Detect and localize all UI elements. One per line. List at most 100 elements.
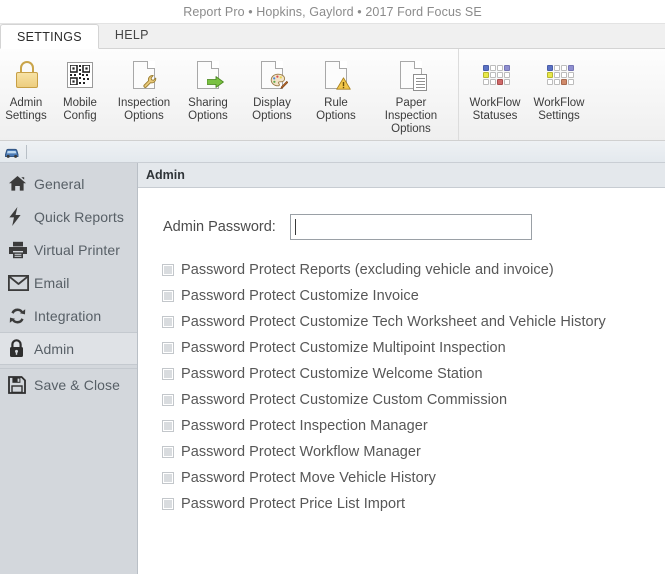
ribbon-button-admin-settings[interactable]: Admin Settings [4, 55, 48, 123]
checkbox-row-protect-workflow-manager[interactable]: Password Protect Workflow Manager [162, 440, 665, 464]
sidebar-item-integration[interactable]: Integration [0, 299, 137, 332]
checkbox-label: Password Protect Reports (excluding vehi… [181, 262, 554, 278]
admin-password-input[interactable] [289, 214, 532, 240]
lightning-icon [8, 206, 34, 228]
checkbox[interactable] [162, 264, 174, 276]
ribbon-group-workflow: WorkFlow Statuses WorkFlow Settings [458, 49, 595, 140]
ribbon-button-paper-inspection-options[interactable]: Paper Inspection Options [368, 55, 454, 136]
main-body: General Quick Reports Virtual Printer Em… [0, 163, 665, 574]
window-title: Report Pro • Hopkins, Gaylord • 2017 For… [183, 4, 482, 19]
checkbox-label: Password Protect Workflow Manager [181, 444, 421, 460]
ribbon-button-label: Admin Settings [5, 97, 47, 122]
sidebar-item-label: Admin [34, 340, 75, 357]
workflow-grid-icon [542, 59, 576, 93]
checkbox[interactable] [162, 446, 174, 458]
checkbox-row-protect-multipoint-inspection[interactable]: Password Protect Customize Multipoint In… [162, 336, 665, 360]
checkbox[interactable] [162, 498, 174, 510]
tab-help[interactable]: HELP [99, 23, 165, 48]
sidebar-item-label: General [34, 175, 85, 192]
ribbon-button-label: Mobile Config [63, 97, 97, 122]
ribbon-button-workflow-statuses[interactable]: WorkFlow Statuses [463, 55, 527, 123]
checkbox-label: Password Protect Price List Import [181, 496, 406, 512]
settings-sidebar: General Quick Reports Virtual Printer Em… [0, 163, 138, 574]
green-arrow-icon [207, 76, 224, 88]
document-arrow-icon [191, 59, 225, 93]
page-overlay-icon [413, 74, 427, 91]
sidebar-item-general[interactable]: General [0, 167, 137, 200]
checkbox-label: Password Protect Customize Invoice [181, 288, 419, 304]
ribbon-group-settings: Admin Settings Mobile Config Inspection … [0, 49, 458, 140]
vehicle-icon[interactable] [2, 143, 22, 161]
checkbox[interactable] [162, 472, 174, 484]
document-palette-icon [255, 59, 289, 93]
envelope-icon [8, 272, 34, 294]
sidebar-item-label: Virtual Printer [34, 241, 121, 258]
sidebar-item-admin[interactable]: Admin [0, 332, 137, 365]
checkbox[interactable] [162, 290, 174, 302]
paint-palette-icon [270, 73, 288, 89]
checkbox-row-protect-reports[interactable]: Password Protect Reports (excluding vehi… [162, 258, 665, 282]
sidebar-item-label: Integration [34, 307, 102, 324]
ribbon-button-mobile-config[interactable]: Mobile Config [48, 55, 112, 123]
checkbox-row-protect-move-vehicle-history[interactable]: Password Protect Move Vehicle History [162, 466, 665, 490]
home-icon [8, 173, 34, 195]
floppy-disk-icon [8, 374, 34, 396]
checkbox[interactable] [162, 342, 174, 354]
ribbon-button-label: Inspection Options [117, 97, 171, 122]
ribbon-toolbar: Admin Settings Mobile Config Inspection … [0, 49, 665, 141]
checkbox[interactable] [162, 368, 174, 380]
ribbon-button-label: Display Options [252, 97, 292, 122]
checkbox[interactable] [162, 420, 174, 432]
ribbon-button-inspection-options[interactable]: Inspection Options [112, 55, 176, 123]
checkbox-row-protect-tech-worksheet[interactable]: Password Protect Customize Tech Workshee… [162, 310, 665, 334]
checkbox-label: Password Protect Customize Welcome Stati… [181, 366, 483, 382]
printer-icon [8, 239, 34, 261]
sync-icon [8, 305, 34, 327]
checkbox-row-protect-customize-invoice[interactable]: Password Protect Customize Invoice [162, 284, 665, 308]
sidebar-item-quick-reports[interactable]: Quick Reports [0, 200, 137, 233]
ribbon-button-display-options[interactable]: Display Options [240, 55, 304, 123]
sidebar-item-label: Quick Reports [34, 208, 124, 225]
sidebar-item-label: Save & Close [34, 377, 121, 393]
page-title: Admin [146, 168, 185, 182]
checkbox-row-protect-price-list-import[interactable]: Password Protect Price List Import [162, 492, 665, 516]
checkbox-row-protect-inspection-manager[interactable]: Password Protect Inspection Manager [162, 414, 665, 438]
ribbon-button-workflow-settings[interactable]: WorkFlow Settings [527, 55, 591, 123]
ribbon-tab-strip: SETTINGS HELP [0, 24, 665, 49]
document-wrench-icon [127, 59, 161, 93]
checkbox-label: Password Protect Customize Custom Commis… [181, 392, 508, 408]
checkbox-label: Password Protect Customize Tech Workshee… [181, 314, 606, 330]
toolbar-separator [26, 144, 27, 159]
checkbox-label: Password Protect Inspection Manager [181, 418, 428, 434]
checkbox-row-protect-custom-commission[interactable]: Password Protect Customize Custom Commis… [162, 388, 665, 412]
sidebar-item-save-and-close[interactable]: Save & Close [0, 368, 137, 401]
checkbox-label: Password Protect Customize Multipoint In… [181, 340, 506, 356]
ribbon-button-label: Rule Options [316, 97, 356, 122]
ribbon-button-label: Sharing Options [188, 97, 228, 122]
text-caret [294, 219, 296, 235]
admin-password-label: Admin Password: [163, 219, 276, 235]
ribbon-button-rule-options[interactable]: Rule Options [304, 55, 368, 123]
quick-access-toolbar [0, 141, 665, 163]
checkbox-label: Password Protect Move Vehicle History [181, 470, 436, 486]
admin-password-row: Admin Password: [138, 188, 665, 240]
window-title-bar: Report Pro • Hopkins, Gaylord • 2017 For… [0, 0, 665, 24]
tab-settings[interactable]: SETTINGS [0, 24, 99, 49]
ribbon-button-sharing-options[interactable]: Sharing Options [176, 55, 240, 123]
ribbon-button-label: WorkFlow Statuses [469, 97, 521, 122]
password-protect-checkbox-list: Password Protect Reports (excluding vehi… [138, 240, 665, 516]
checkbox[interactable] [162, 316, 174, 328]
ribbon-button-label: Paper Inspection Options [384, 97, 438, 135]
qr-code-icon [63, 59, 97, 93]
lock-icon [8, 338, 34, 360]
ribbon-button-label: WorkFlow Settings [533, 97, 585, 122]
workflow-grid-icon [478, 59, 512, 93]
document-warning-icon [319, 59, 353, 93]
settings-content-pane: Admin Admin Password: Password Protect R… [138, 163, 665, 574]
checkbox[interactable] [162, 394, 174, 406]
sidebar-item-virtual-printer[interactable]: Virtual Printer [0, 233, 137, 266]
checkbox-row-protect-welcome-station[interactable]: Password Protect Customize Welcome Stati… [162, 362, 665, 386]
document-page-icon [394, 59, 428, 93]
sidebar-item-email[interactable]: Email [0, 266, 137, 299]
sidebar-item-label: Email [34, 274, 70, 291]
